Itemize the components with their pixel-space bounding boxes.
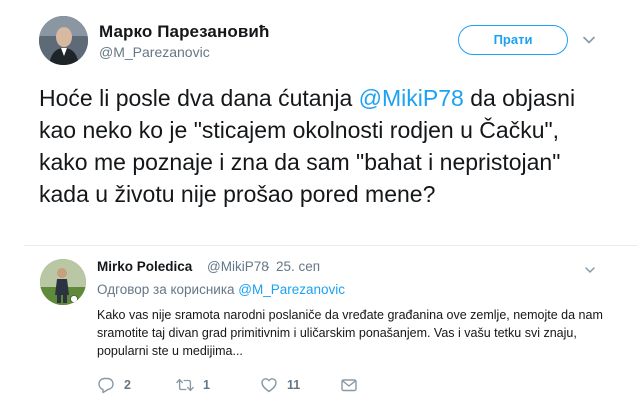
author-handle[interactable]: @M_Parezanovic: [99, 44, 210, 60]
replying-to-mention[interactable]: @M_Parezanovic: [238, 282, 345, 297]
main-tweet: Марко Парезановић @M_Parezanovic Прати H…: [0, 0, 637, 245]
follow-button[interactable]: Прати: [458, 25, 568, 55]
retweet-button[interactable]: 1: [176, 374, 210, 396]
reply-author-name[interactable]: Mirko Poledica: [97, 259, 192, 274]
reply-text: Kako vas nije sramota narodni poslaniče …: [97, 308, 603, 358]
replying-to-line: Одговор за корисника @M_Parezanovic: [97, 282, 345, 297]
tweet-actions: 2 1 11: [97, 374, 427, 396]
tweet-text-part: Hoće li posle dva dana ćutanja: [39, 85, 359, 111]
tweet-text: Hoće li posle dva dana ćutanja @MikiP78 …: [39, 82, 599, 210]
separator-dot: ·: [266, 259, 271, 274]
chevron-down-icon[interactable]: [584, 264, 596, 276]
avatar[interactable]: [39, 16, 88, 65]
reply-icon: [98, 377, 114, 394]
avatar[interactable]: [40, 259, 86, 305]
direct-message-icon: [341, 379, 357, 392]
reply-count: 2: [124, 378, 131, 392]
like-count: 11: [287, 378, 301, 392]
retweet-count: 1: [203, 378, 210, 392]
reply-tweet[interactable]: Mirko Poledica @MikiP78 · 25. сеп Одгово…: [0, 246, 637, 401]
mention-link[interactable]: @MikiP78: [359, 85, 464, 111]
direct-message-button[interactable]: [340, 374, 358, 396]
chevron-down-icon[interactable]: [582, 33, 596, 47]
reply-timestamp[interactable]: 25. сеп: [276, 259, 320, 274]
reply-author-handle[interactable]: @MikiP78: [207, 259, 269, 274]
like-icon: [261, 378, 277, 393]
reply-button[interactable]: 2: [97, 374, 131, 396]
like-button[interactable]: 11: [260, 374, 300, 396]
author-name[interactable]: Марко Парезановић: [99, 22, 269, 42]
replying-prefix: Одговор за корисника: [97, 282, 239, 297]
retweet-icon: [176, 378, 194, 392]
